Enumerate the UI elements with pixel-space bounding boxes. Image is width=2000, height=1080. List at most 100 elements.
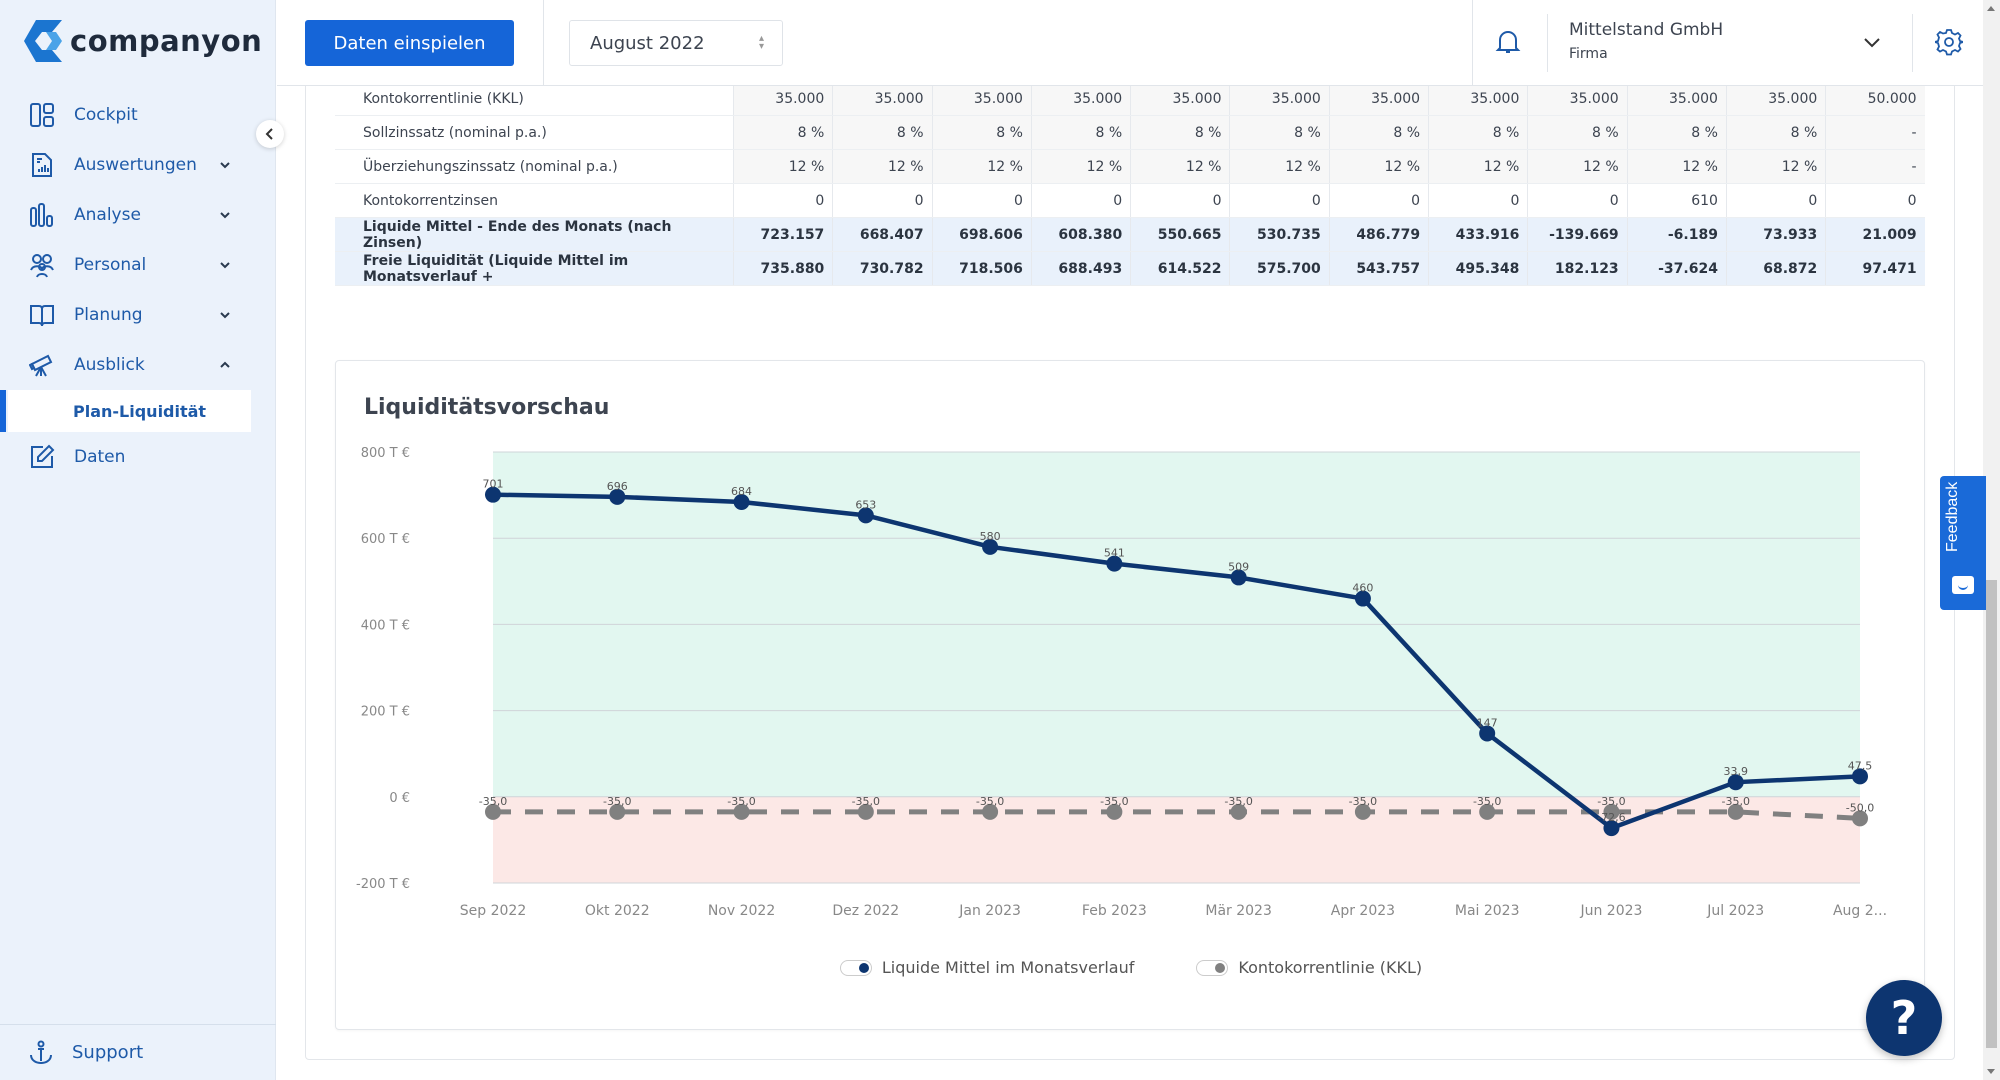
table-cell: 8 % [931,116,1031,149]
table-cell: 550.665 [1130,218,1230,251]
bell-icon[interactable] [1495,28,1523,56]
row-label: Sollzinssatz (nominal p.a.) [335,116,733,149]
sidebar-item-planung[interactable]: Planung [0,290,276,340]
table-cell: 12 % [1428,150,1528,183]
scrollbar-thumb[interactable] [1986,580,1997,1048]
edit-icon [28,443,56,471]
divider [1547,14,1548,72]
table-cell: 486.779 [1328,218,1429,251]
company-selector[interactable]: Mittelstand GmbH Firma [1569,20,1723,62]
table-cell: 0 [1725,184,1826,217]
import-data-button[interactable]: Daten einspielen [305,20,514,66]
chevron-down-icon[interactable] [218,207,232,221]
logo[interactable]: companyon [22,18,262,64]
month-select[interactable]: August 2022 ▴ ▾ [569,20,783,66]
table-cell: 0 [1428,184,1528,217]
table-cell: 68.872 [1725,252,1826,285]
scroll-down-icon[interactable] [1987,1069,1995,1074]
scroll-up-icon[interactable] [1987,6,1995,11]
table-cell: 8 % [832,116,932,149]
sidebar-subitem-plan-liquiditaet[interactable]: Plan-Liquidität [0,390,251,432]
table-cell: 530.735 [1229,218,1329,251]
chevron-down-icon[interactable] [218,157,232,171]
month-select-value: August 2022 [590,32,705,54]
table-cell: 0 [733,184,833,217]
updown-icon: ▴ ▾ [758,33,764,52]
table-cell: 12 % [1030,150,1131,183]
sidebar-item-ausblick[interactable]: Ausblick [0,340,276,390]
sidebar-item-label: Analyse [74,205,141,225]
data-label: -35,0 [1473,795,1501,808]
companyon-logo-icon [24,20,62,62]
sidebar-item-cockpit[interactable]: Cockpit [0,90,276,140]
sidebar-item-auswertungen[interactable]: Auswertungen [0,140,276,190]
chevron-down-icon[interactable] [218,257,232,271]
sidebar-item-personal[interactable]: Personal [0,240,276,290]
table-cell: 8 % [1725,116,1826,149]
table-cell: - [1825,116,1925,149]
data-label: -35,0 [852,795,880,808]
sidebar-item-label: Auswertungen [74,155,197,175]
table-cell: 35.000 [1428,82,1528,115]
support-link[interactable]: Support [0,1024,276,1080]
data-label: 580 [980,530,1001,543]
table-cell: 688.493 [1030,252,1131,285]
sidebar-item-label: Cockpit [74,105,138,125]
table-cell: 12 % [931,150,1031,183]
chevron-down-icon[interactable] [218,307,232,321]
table-cell: -37.624 [1626,252,1726,285]
legend-toggle[interactable] [839,959,872,976]
table-cell: 182.123 [1527,252,1627,285]
x-tick-label: Apr 2023 [1331,903,1395,919]
chevron-up-icon[interactable] [218,357,232,371]
table-cell: 543.757 [1328,252,1429,285]
data-label: 147 [1477,716,1498,729]
data-label: -35,0 [603,795,631,808]
data-label: 33,9 [1723,765,1748,778]
y-tick-label: 600 T € [361,532,410,547]
table-cell: 698.606 [931,218,1031,251]
divider [1912,14,1913,72]
table-cell: 730.782 [832,252,932,285]
anchor-icon [30,1040,52,1064]
divider [543,0,544,86]
liquidity-chart: 800 T € 600 T € 400 T € 200 T € 0 € -200 T € S… [356,446,1887,919]
table-cell: 0 [832,184,932,217]
chevron-left-icon [265,128,273,140]
main-content: Kontokorrentlinie (KKL) 35.000 35.000 35.00… [277,0,1983,1080]
sidebar-item-label: Daten [74,447,126,467]
data-label: -35,0 [479,795,507,808]
legend-item-liquide-mittel[interactable]: Liquide Mittel im Monatsverlauf [839,958,1134,977]
table-cell: 608.380 [1030,218,1131,251]
table-cell: 12 % [1527,150,1627,183]
table-cell: 0 [1229,184,1329,217]
table-cell: 35.000 [1229,82,1329,115]
sidebar: companyon Cockpit Auswertungen Analyse P… [0,0,276,1080]
topbar: Daten einspielen August 2022 ▴ ▾ Mittelst… [277,0,1983,86]
bar-chart-icon [28,201,56,229]
sidebar-item-daten[interactable]: Daten [0,432,276,482]
chevron-down-icon[interactable] [1863,34,1881,53]
help-button[interactable]: ? [1866,980,1942,1056]
table-cell: 12 % [1229,150,1329,183]
table-cell: 495.348 [1428,252,1528,285]
collapse-sidebar-button[interactable] [256,120,284,148]
data-label: -35,0 [1349,795,1377,808]
sidebar-item-analyse[interactable]: Analyse [0,190,276,240]
gear-icon[interactable] [1932,28,1966,60]
table-cell: 35.000 [832,82,932,115]
table-cell: 50.000 [1825,82,1925,115]
legend-toggle[interactable] [1196,959,1229,976]
table-cell: 12 % [1626,150,1726,183]
x-tick-label: Okt 2022 [585,903,650,919]
data-label: -35,0 [1597,795,1625,808]
table-cell: 8 % [1626,116,1726,149]
data-label: -35,0 [1721,795,1749,808]
liquidity-table: Kontokorrentlinie (KKL) 35.000 35.000 35.00… [335,82,1925,286]
table-row: Liquide Mittel - Ende des Monats (nach Z… [335,218,1925,252]
feedback-button[interactable]: Feedback [1940,476,1986,610]
legend-item-kkl[interactable]: Kontokorrentlinie (KKL) [1196,958,1422,977]
y-tick-label: 200 T € [361,705,410,720]
chat-smiley-icon [1952,576,1974,594]
legend-label: Kontokorrentlinie (KKL) [1238,958,1423,977]
